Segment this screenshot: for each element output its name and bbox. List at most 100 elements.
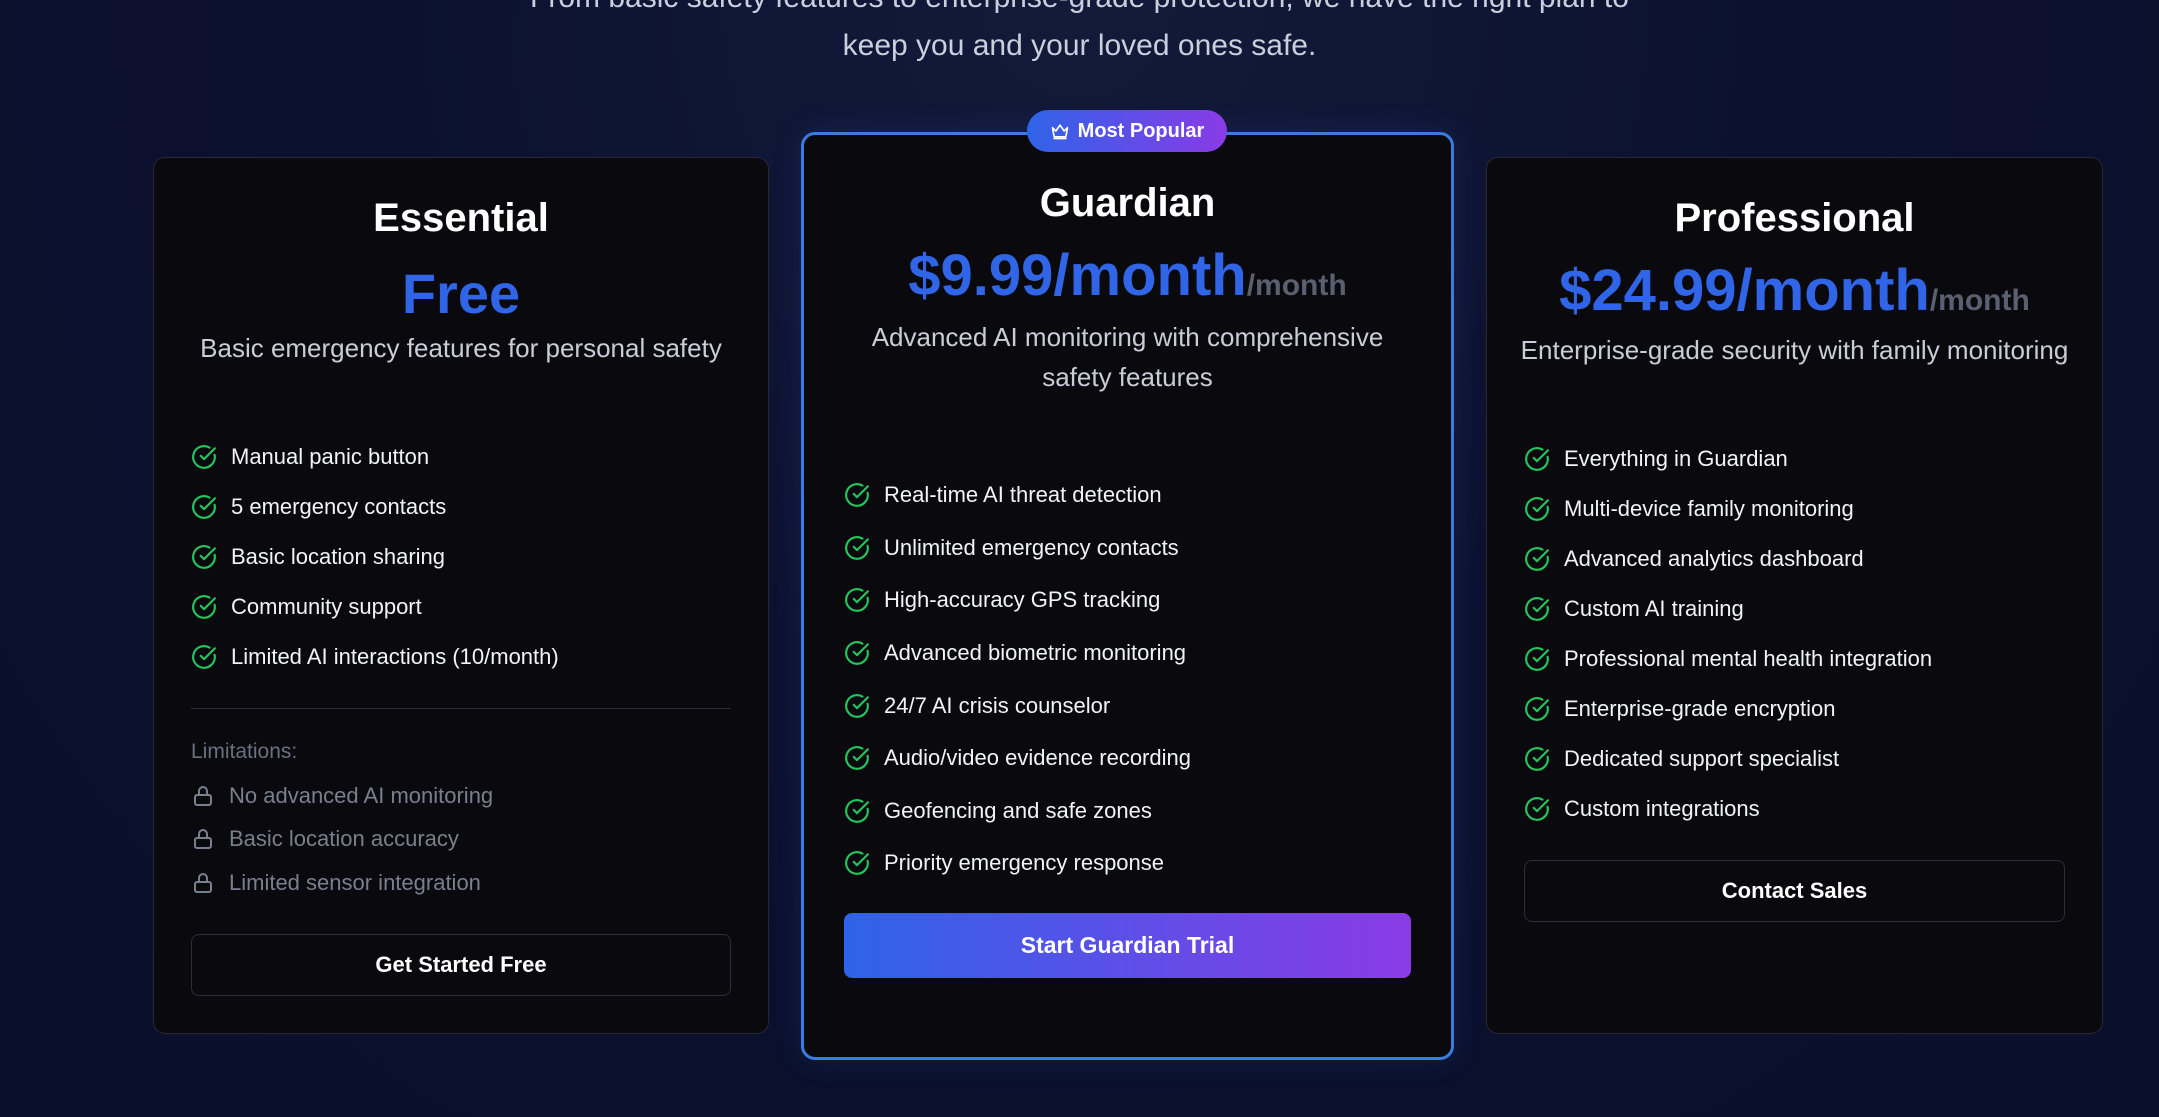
feature-list: Everything in Guardian Multi-device fami… [1524,434,1932,834]
price-amount: $24.99/month [1559,258,1930,323]
description-line-1: Advanced AI monitoring with comprehensiv… [871,322,1384,352]
feature-label: Advanced biometric monitoring [884,640,1187,666]
price-period: /month [1246,269,1347,302]
price-period: /month [1929,284,2030,317]
limitation-label: No advanced AI monitoring [229,782,494,808]
get-started-free-button[interactable]: Get Started Free [191,934,731,996]
list-item: Limited AI interactions (10/month) [191,632,559,682]
list-item: Limited sensor integration [191,861,493,905]
feature-label: Limited AI interactions (10/month) [231,644,559,669]
check-circle-icon [845,851,869,876]
check-circle-icon [1525,597,1549,621]
check-circle-icon [192,645,216,669]
feature-label: Manual panic button [231,444,430,469]
check-circle-icon [845,588,869,613]
list-item: High-accuracy GPS tracking [844,574,1191,627]
list-item: Basic location accuracy [191,818,493,862]
list-item: Manual panic button [191,432,559,482]
check-circle-icon [845,693,869,718]
feature-label: 24/7 AI crisis counselor [884,692,1111,718]
list-item: Enterprise-grade encryption [1524,684,1932,734]
feature-label: Real-time AI threat detection [884,482,1162,508]
check-circle-icon [845,535,869,560]
plan-price: Free [401,262,521,325]
price-amount: $9.99/month [908,243,1247,308]
list-item: Unlimited emergency contacts [844,522,1191,575]
list-item: Custom integrations [1524,784,1932,834]
feature-label: Everything in Guardian [1564,446,1788,471]
list-item: Professional mental health integration [1524,634,1932,684]
list-item: Everything in Guardian [1524,434,1932,484]
check-circle-icon [1525,647,1549,671]
plan-card-essential: Essential Free Basic emergency features … [153,157,769,1034]
list-item: Real-time AI threat detection [844,469,1191,522]
check-circle-icon [192,445,216,469]
check-circle-icon [1525,797,1549,821]
feature-label: Basic location sharing [231,544,446,569]
list-item: Geofencing and safe zones [844,785,1191,838]
description-line-2: safety features [1042,362,1213,392]
plan-card-guardian: Guardian $9.99/month/month Advanced AI m… [801,132,1454,1060]
feature-label: Custom AI training [1564,596,1744,621]
list-item: No advanced AI monitoring [191,774,493,818]
intro-line-2: keep you and your loved ones safe. [842,29,1317,62]
feature-label: 5 emergency contacts [231,494,447,519]
pricing-intro: From basic safety features to enterprise… [0,0,2159,70]
plan-price: $24.99/month/month [1487,262,2102,320]
feature-label: Unlimited emergency contacts [884,534,1179,560]
list-item: Community support [191,582,559,632]
feature-label: Priority emergency response [884,850,1165,876]
limitation-label: Basic location accuracy [229,826,459,852]
feature-list: Manual panic button 5 emergency contacts… [191,432,559,682]
limitation-label: Limited sensor integration [229,869,481,895]
check-circle-icon [1525,447,1549,471]
lock-icon [194,785,212,806]
list-item: Multi-device family monitoring [1524,484,1932,534]
intro-line-1: From basic safety features to enterprise… [0,0,2159,22]
limitations-title: Limitations: [191,740,298,763]
feature-label: High-accuracy GPS tracking [884,587,1161,613]
list-item: Advanced analytics dashboard [1524,534,1932,584]
plan-name: Guardian [1039,181,1216,225]
check-circle-icon [1525,697,1549,721]
check-circle-icon [845,641,869,665]
list-item: Dedicated support specialist [1524,734,1932,784]
list-item: Basic location sharing [191,532,559,582]
list-item: Priority emergency response [844,837,1191,890]
plan-description: Enterprise-grade security with family mo… [1520,335,2069,365]
list-item: Advanced biometric monitoring [844,627,1191,680]
divider [191,708,731,709]
feature-label: Professional mental health integration [1564,646,1933,671]
check-circle-icon [845,798,869,823]
list-item: 5 emergency contacts [191,482,559,532]
most-popular-badge: Most Popular [1027,110,1227,152]
plan-name: Essential [373,196,549,240]
feature-label: Dedicated support specialist [1564,746,1840,771]
check-circle-icon [845,746,869,771]
list-item: 24/7 AI crisis counselor [844,679,1191,732]
feature-label: Multi-device family monitoring [1564,496,1854,521]
plan-card-professional: Professional $24.99/month/month Enterpri… [1486,157,2103,1034]
start-guardian-trial-button[interactable]: Start Guardian Trial [844,913,1411,978]
contact-sales-button[interactable]: Contact Sales [1524,860,2065,922]
check-circle-icon [192,595,216,619]
feature-list: Real-time AI threat detection Unlimited … [844,469,1191,890]
list-item: Custom AI training [1524,584,1932,634]
check-circle-icon [845,483,869,508]
feature-label: Enterprise-grade encryption [1564,696,1836,721]
lock-icon [194,829,212,850]
badge-label: Most Popular [1077,119,1205,142]
plan-price: $9.99/month/month [804,247,1451,305]
feature-label: Geofencing and safe zones [884,797,1152,823]
check-circle-icon [1525,747,1549,771]
feature-label: Community support [231,594,422,619]
feature-label: Advanced analytics dashboard [1564,546,1864,571]
check-circle-icon [192,545,216,569]
check-circle-icon [1525,547,1549,571]
plan-name: Professional [1674,196,1915,240]
feature-label: Custom integrations [1564,796,1760,821]
check-circle-icon [1525,497,1549,521]
crown-icon [1051,124,1068,140]
lock-icon [194,872,212,893]
plan-description: Advanced AI monitoring with comprehensiv… [824,317,1431,397]
